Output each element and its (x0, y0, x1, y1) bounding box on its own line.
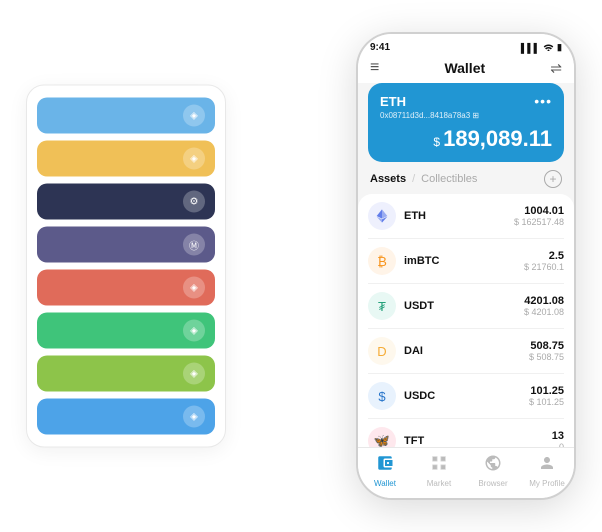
currency-symbol: $ (433, 135, 440, 149)
card-icon: ⚙ (183, 191, 205, 213)
asset-symbol: TFT (404, 435, 552, 447)
card-item[interactable]: ◈ (37, 98, 215, 134)
asset-values: 101.25 $ 101.25 (529, 385, 564, 407)
card-item[interactable]: ◈ (37, 270, 215, 306)
balance-amount: 189,089.11 (443, 126, 552, 151)
scan-icon[interactable]: ⇌ (550, 60, 562, 77)
nav-my-profile[interactable]: My Profile (520, 454, 574, 488)
asset-row[interactable]: ₿ imBTC 2.5 $ 21760.1 (368, 239, 564, 284)
asset-icon-dai: D (368, 337, 396, 365)
asset-icon-imbtc: ₿ (368, 247, 396, 275)
asset-usd: $ 101.25 (529, 397, 564, 407)
asset-icon-usdc: $ (368, 382, 396, 410)
nav-label-market: Market (427, 479, 451, 488)
card-icon: Ⓜ (183, 234, 205, 256)
card-icon: ◈ (183, 406, 205, 428)
tab-collectibles[interactable]: Collectibles (421, 173, 477, 185)
asset-values: 2.5 $ 21760.1 (524, 250, 564, 272)
menu-icon[interactable]: ≡ (370, 59, 379, 77)
phone-header: ≡ Wallet ⇌ (358, 55, 574, 83)
eth-card-title: ETH (380, 94, 406, 109)
asset-icon-tft: 🦋 (368, 427, 396, 447)
phone-mockup: 9:41 ▌▌▌ ▮ ≡ Wallet ⇌ ETH ••• 0x0871 (356, 32, 576, 500)
card-icon: ◈ (183, 363, 205, 385)
asset-amount: 508.75 (529, 340, 564, 352)
status-time: 9:41 (370, 42, 390, 53)
card-item[interactable]: ◈ (37, 141, 215, 177)
eth-card-address: 0x08711d3d...8418a78a3 ⊞ (380, 111, 552, 120)
asset-icon-eth (368, 202, 396, 230)
eth-card-header: ETH ••• (380, 93, 552, 109)
card-item[interactable]: ⚙ (37, 184, 215, 220)
nav-label-browser: Browser (478, 479, 507, 488)
nav-icon-market (430, 454, 448, 477)
card-item[interactable]: ◈ (37, 356, 215, 392)
card-item[interactable]: Ⓜ (37, 227, 215, 263)
nav-icon-browser (484, 454, 502, 477)
nav-wallet[interactable]: Wallet (358, 454, 412, 488)
asset-row[interactable]: ETH 1004.01 $ 162517.48 (368, 194, 564, 239)
eth-card-balance: $189,089.11 (380, 126, 552, 152)
assets-header: Assets / Collectibles + (358, 170, 574, 194)
asset-amount: 4201.08 (524, 295, 564, 307)
asset-usd: $ 508.75 (529, 352, 564, 362)
asset-row[interactable]: $ USDC 101.25 $ 101.25 (368, 374, 564, 419)
nav-icon-my profile (538, 454, 556, 477)
card-icon: ◈ (183, 148, 205, 170)
asset-row[interactable]: D DAI 508.75 $ 508.75 (368, 329, 564, 374)
card-icon: ◈ (183, 277, 205, 299)
nav-label-my profile: My Profile (529, 479, 565, 488)
asset-values: 508.75 $ 508.75 (529, 340, 564, 362)
asset-amount: 2.5 (524, 250, 564, 262)
wallet-title: Wallet (444, 60, 485, 76)
nav-icon-wallet (376, 454, 394, 477)
card-item[interactable]: ◈ (37, 399, 215, 435)
asset-row[interactable]: 🦋 TFT 13 0 (368, 419, 564, 447)
scene: ◈ ◈ ⚙ Ⓜ ◈ ◈ ◈ ◈ 9:41 ▌▌▌ ▮ ≡ Wallet ⇌ ETH (26, 16, 576, 516)
wifi-icon (543, 42, 554, 53)
add-asset-button[interactable]: + (544, 170, 562, 188)
asset-symbol: USDC (404, 390, 529, 402)
asset-amount: 1004.01 (514, 205, 564, 217)
asset-symbol: ETH (404, 210, 514, 222)
asset-icon-usdt: ₮ (368, 292, 396, 320)
asset-usd: $ 162517.48 (514, 217, 564, 227)
assets-tabs: Assets / Collectibles (370, 173, 477, 185)
nav-label-wallet: Wallet (374, 479, 396, 488)
asset-values: 4201.08 $ 4201.08 (524, 295, 564, 317)
bottom-nav: Wallet Market Browser My Profile (358, 447, 574, 498)
asset-amount: 13 (552, 430, 564, 442)
card-icon: ◈ (183, 320, 205, 342)
status-icons: ▌▌▌ ▮ (521, 42, 562, 53)
asset-symbol: DAI (404, 345, 529, 357)
asset-symbol: USDT (404, 300, 524, 312)
tab-divider: / (412, 173, 415, 185)
nav-market[interactable]: Market (412, 454, 466, 488)
asset-symbol: imBTC (404, 255, 524, 267)
asset-values: 13 0 (552, 430, 564, 447)
card-item[interactable]: ◈ (37, 313, 215, 349)
asset-usd: $ 21760.1 (524, 262, 564, 272)
tab-assets[interactable]: Assets (370, 173, 406, 185)
card-icon: ◈ (183, 105, 205, 127)
card-stack: ◈ ◈ ⚙ Ⓜ ◈ ◈ ◈ ◈ (26, 85, 226, 448)
asset-amount: 101.25 (529, 385, 564, 397)
nav-browser[interactable]: Browser (466, 454, 520, 488)
signal-icon: ▌▌▌ (521, 43, 540, 53)
asset-row[interactable]: ₮ USDT 4201.08 $ 4201.08 (368, 284, 564, 329)
phone-content: ETH ••• 0x08711d3d...8418a78a3 ⊞ $189,08… (358, 83, 574, 447)
eth-card-menu[interactable]: ••• (534, 93, 552, 109)
asset-values: 1004.01 $ 162517.48 (514, 205, 564, 227)
asset-usd: $ 4201.08 (524, 307, 564, 317)
battery-icon: ▮ (557, 42, 562, 53)
asset-list: ETH 1004.01 $ 162517.48 ₿ imBTC 2.5 $ 21… (358, 194, 574, 447)
status-bar: 9:41 ▌▌▌ ▮ (358, 34, 574, 55)
eth-card[interactable]: ETH ••• 0x08711d3d...8418a78a3 ⊞ $189,08… (368, 83, 564, 162)
